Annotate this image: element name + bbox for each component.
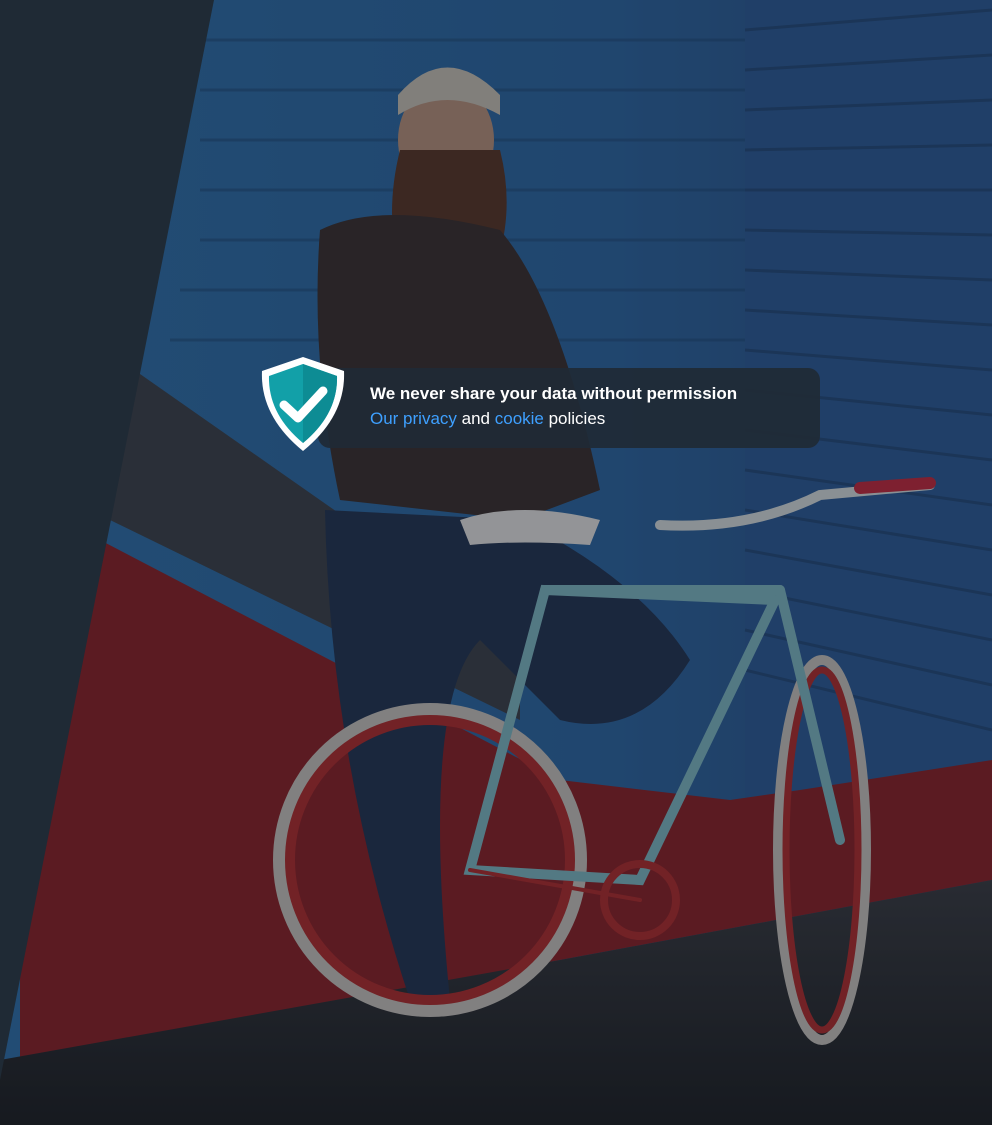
- cookie-policy-link[interactable]: cookie: [495, 409, 544, 428]
- privacy-notice: We never share your data without permiss…: [318, 368, 820, 448]
- shield-check-icon: [261, 357, 345, 451]
- hero-photo: [0, 0, 992, 1125]
- privacy-links: Our privacy and cookie policies: [370, 406, 800, 432]
- policies-text: policies: [543, 409, 606, 428]
- and-text: and: [456, 409, 495, 428]
- privacy-headline: We never share your data without permiss…: [370, 384, 738, 403]
- hero-illustration: [0, 0, 992, 1125]
- privacy-policy-link[interactable]: Our privacy: [370, 409, 457, 428]
